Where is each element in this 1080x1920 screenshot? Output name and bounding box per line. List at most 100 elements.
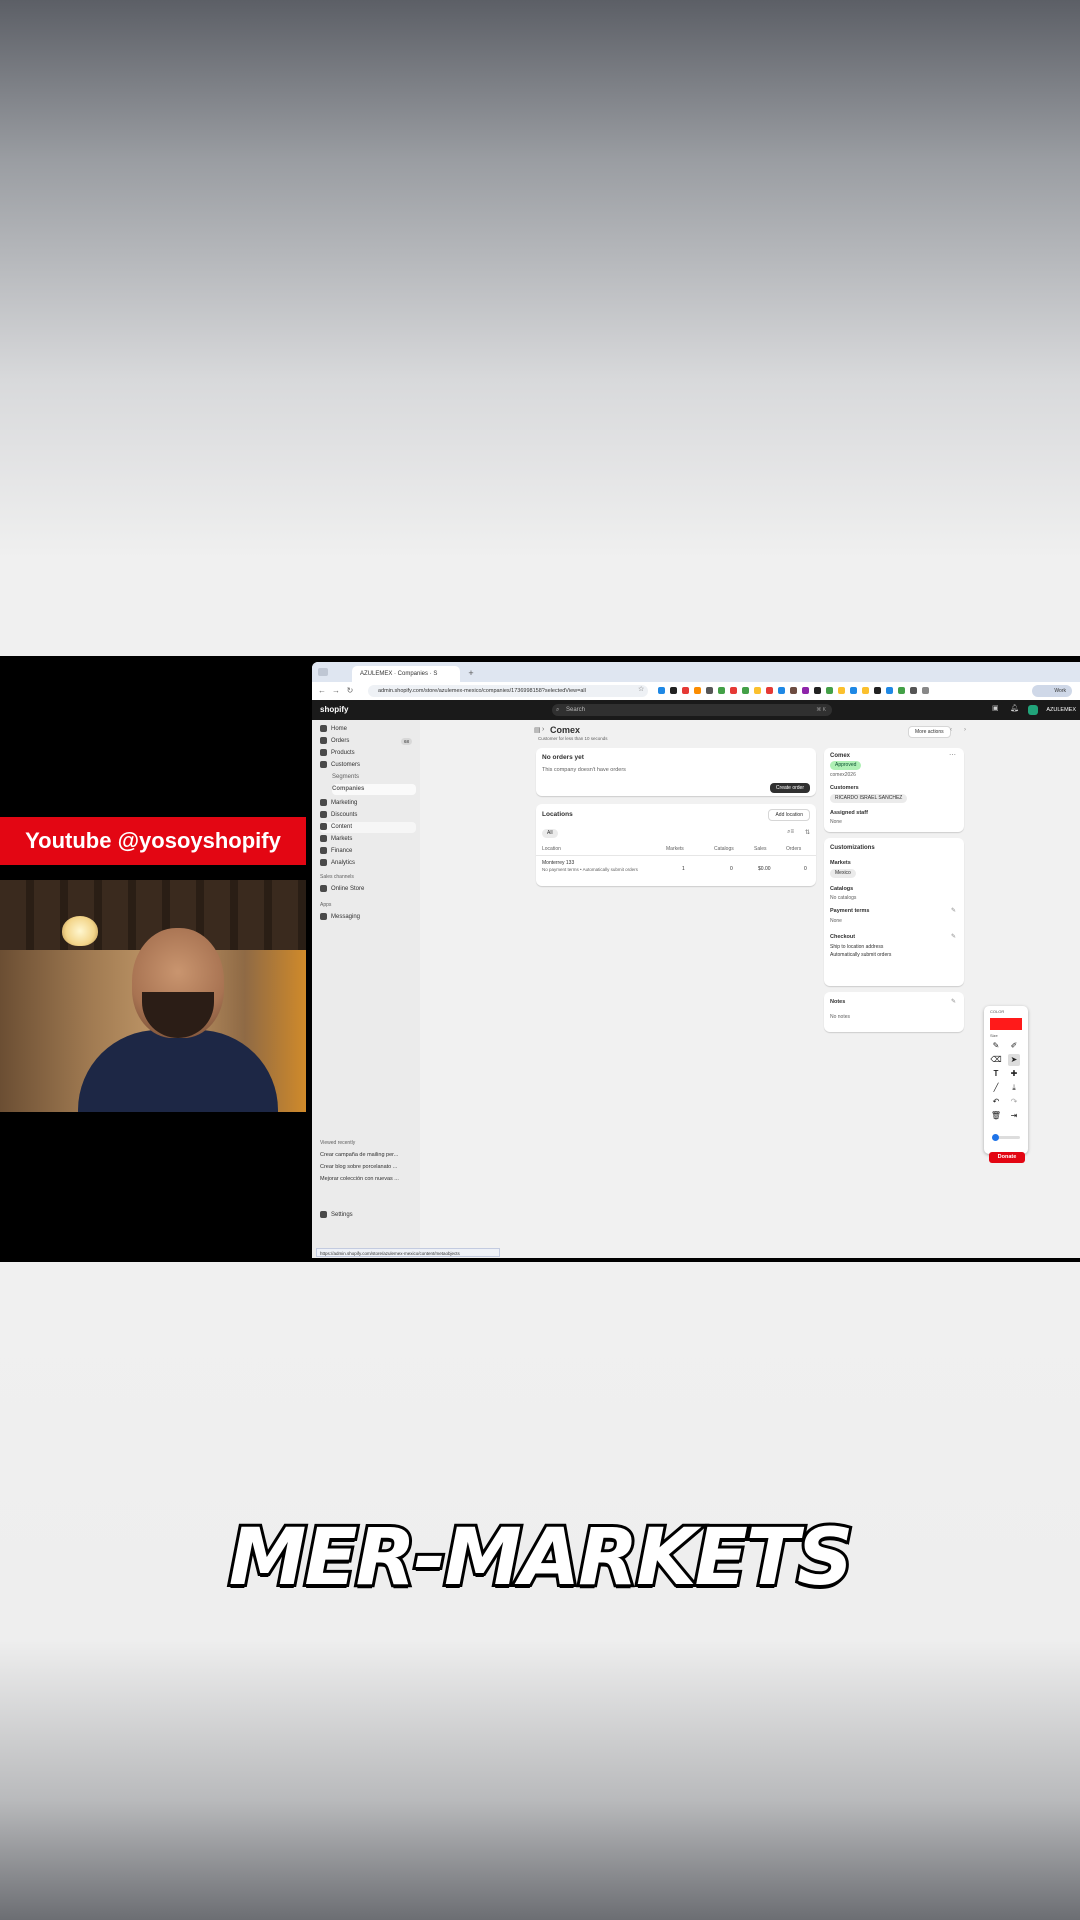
tab-active[interactable]: AZULEMEX · Companies · S bbox=[352, 666, 460, 682]
recent-item[interactable]: Crear campaña de mailing per... bbox=[320, 1152, 398, 1158]
redo-icon[interactable]: ↷ bbox=[1008, 1096, 1020, 1108]
profile-chip[interactable]: Work bbox=[1032, 685, 1072, 697]
forward-icon[interactable]: → bbox=[330, 685, 342, 697]
next-icon[interactable]: › bbox=[964, 727, 966, 733]
recent-item[interactable]: Crear blog sobre porcelanato ... bbox=[320, 1164, 397, 1170]
bell-icon[interactable]: 🔔︎ bbox=[1010, 704, 1019, 712]
extension-icon[interactable] bbox=[706, 687, 713, 694]
sidebar-item-messaging[interactable]: Messaging bbox=[320, 912, 416, 923]
address-bar[interactable]: admin.shopify.com/store/azulemex-mexico/… bbox=[368, 685, 648, 697]
customer-chip[interactable]: RICARDO ISRAEL SANCHEZ bbox=[830, 794, 908, 803]
extension-icon[interactable] bbox=[862, 687, 869, 694]
locations-card: Locations Add location All ⌕≡ ⇅ Location… bbox=[536, 804, 816, 886]
extension-icon[interactable] bbox=[814, 687, 821, 694]
viewed-recently-heading[interactable]: Viewed recently bbox=[320, 1140, 355, 1146]
extension-icon[interactable] bbox=[742, 687, 749, 694]
sidebar-item-analytics[interactable]: Analytics bbox=[320, 858, 416, 869]
sidebar-item-segments[interactable]: Segments bbox=[332, 772, 428, 783]
extension-icon[interactable] bbox=[802, 687, 809, 694]
sidebar-item-finance[interactable]: Finance bbox=[320, 846, 416, 857]
extension-icon[interactable] bbox=[766, 687, 773, 694]
back-icon[interactable]: ← bbox=[316, 685, 328, 697]
edit-checkout-icon[interactable]: ✎ bbox=[951, 933, 956, 940]
breadcrumb-chevron-icon[interactable]: › bbox=[542, 726, 544, 733]
new-tab-button[interactable]: + bbox=[464, 666, 478, 680]
sidebar-item-products[interactable]: Products bbox=[320, 748, 416, 759]
sidebar-item-discounts[interactable]: Discounts bbox=[320, 810, 416, 821]
sales-channels-heading[interactable]: Sales channels bbox=[320, 874, 354, 880]
edit-notes-icon[interactable]: ✎ bbox=[951, 998, 956, 1005]
bookmark-star-icon[interactable]: ☆ bbox=[638, 685, 644, 693]
sidebar-item-companies[interactable]: Companies bbox=[332, 784, 416, 795]
assigned-staff-label: Assigned staff bbox=[830, 810, 868, 816]
extension-icon[interactable] bbox=[910, 687, 917, 694]
sidebar-item-online-store[interactable]: Online Store bbox=[320, 884, 416, 895]
more-actions-button[interactable]: More actions bbox=[908, 726, 951, 738]
sidebar-item-home[interactable]: Home bbox=[320, 724, 416, 735]
extension-icon[interactable] bbox=[874, 687, 881, 694]
market-chip[interactable]: Mexico bbox=[830, 869, 856, 878]
store-name[interactable]: AZULEMEX bbox=[1028, 704, 1076, 716]
sidebar-item-settings[interactable]: Settings bbox=[320, 1210, 416, 1221]
status-badge: Approved bbox=[830, 761, 862, 770]
trash-icon[interactable]: 🗑︎ bbox=[990, 1110, 1002, 1122]
search-filter-icon[interactable]: ⌕≡ bbox=[787, 829, 794, 836]
reload-icon[interactable]: ↻ bbox=[344, 685, 356, 697]
apps-heading[interactable]: Apps bbox=[320, 902, 331, 908]
size-label: Size bbox=[990, 1033, 998, 1038]
pen-icon[interactable]: ✎ bbox=[990, 1040, 1002, 1052]
extension-icon[interactable] bbox=[658, 687, 665, 694]
extension-icon[interactable] bbox=[850, 687, 857, 694]
youtube-banner: Youtube @yosoyshopify bbox=[0, 817, 306, 865]
tag-icon bbox=[320, 748, 327, 756]
location-name[interactable]: Monterrey 133 bbox=[542, 860, 574, 866]
shopify-logo[interactable]: shopify bbox=[320, 704, 348, 716]
eraser-icon[interactable]: ⌫ bbox=[990, 1054, 1002, 1066]
extension-icon[interactable] bbox=[682, 687, 689, 694]
move-icon[interactable]: ✚ bbox=[1008, 1068, 1020, 1080]
extension-icon[interactable] bbox=[718, 687, 725, 694]
extension-icon[interactable] bbox=[838, 687, 845, 694]
extension-icon[interactable] bbox=[898, 687, 905, 694]
line-icon[interactable]: ╱ bbox=[990, 1082, 1002, 1094]
edit-payment-icon[interactable]: ✎ bbox=[951, 907, 956, 914]
extension-icon[interactable] bbox=[790, 687, 797, 694]
extension-icon[interactable] bbox=[922, 687, 929, 694]
admin-sidebar: Home Orders 68 Products Customers Segment… bbox=[312, 720, 420, 1258]
sidebar-item-marketing[interactable]: Marketing bbox=[320, 798, 416, 809]
sidebar-item-customers[interactable]: Customers bbox=[320, 760, 416, 771]
marker-icon[interactable]: ✐ bbox=[1008, 1040, 1020, 1052]
donate-button[interactable]: Donate bbox=[989, 1152, 1025, 1163]
size-slider-handle[interactable] bbox=[992, 1134, 999, 1141]
shopify-search-input[interactable]: ⌕ Search ⌘ K bbox=[552, 704, 832, 716]
color-swatch[interactable] bbox=[990, 1018, 1022, 1030]
extension-icon[interactable] bbox=[730, 687, 737, 694]
tab-group-icon[interactable] bbox=[318, 668, 328, 676]
bank-icon bbox=[320, 846, 327, 854]
recent-item[interactable]: Mejorar colección con nuevas ... bbox=[320, 1176, 399, 1182]
filter-tab-all[interactable]: All bbox=[542, 829, 558, 838]
sidebar-item-content[interactable]: Content bbox=[320, 822, 416, 833]
sidebar-item-markets[interactable]: Markets bbox=[320, 834, 416, 845]
exit-icon[interactable]: ⇥ bbox=[1008, 1110, 1020, 1122]
text-tool-icon[interactable]: T bbox=[990, 1068, 1002, 1080]
add-location-button[interactable]: Add location bbox=[768, 809, 810, 821]
sort-icon[interactable]: ⇅ bbox=[805, 829, 810, 836]
undo-icon[interactable]: ↶ bbox=[990, 1096, 1002, 1108]
extension-icon[interactable] bbox=[670, 687, 677, 694]
extension-icon[interactable] bbox=[778, 687, 785, 694]
download-icon[interactable]: ⤓ bbox=[1008, 1082, 1020, 1094]
extension-icon[interactable] bbox=[694, 687, 701, 694]
sidebar-item-orders[interactable]: Orders 68 bbox=[320, 736, 416, 747]
create-order-button[interactable]: Create order bbox=[769, 783, 810, 793]
apps-icon[interactable]: ▣ bbox=[992, 704, 999, 712]
previous-icon[interactable]: ‹ bbox=[950, 727, 952, 733]
cursor-icon[interactable]: ➤ bbox=[1008, 1054, 1020, 1066]
gear-icon bbox=[320, 1210, 327, 1218]
more-options-icon[interactable]: ⋯ bbox=[949, 751, 956, 759]
extension-icon[interactable] bbox=[886, 687, 893, 694]
extension-icon[interactable] bbox=[826, 687, 833, 694]
payment-terms-label: Payment terms bbox=[830, 908, 870, 914]
search-shortcut: ⌘ K bbox=[816, 707, 826, 713]
extension-icon[interactable] bbox=[754, 687, 761, 694]
